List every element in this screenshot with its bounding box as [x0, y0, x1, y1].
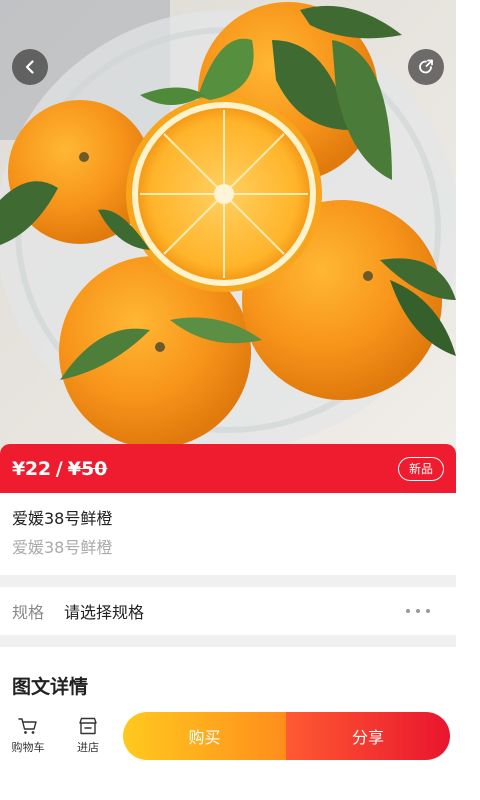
section-divider [0, 635, 456, 647]
cart-tab[interactable]: 购物车 [4, 716, 52, 760]
price-separator: / [55, 457, 63, 480]
oranges-photo [0, 0, 456, 456]
original-price: ¥50 [67, 457, 108, 480]
spec-selector-row[interactable]: 规格 请选择规格 [0, 587, 456, 635]
detail-section-title: 图文详情 [12, 676, 89, 698]
share-button[interactable]: 分享 [286, 712, 450, 760]
spec-label: 规格 [12, 603, 45, 622]
section-divider [0, 575, 456, 587]
product-image [0, 0, 456, 456]
shop-label: 进店 [77, 741, 99, 754]
current-price: ¥22 [12, 457, 51, 480]
shop-icon [79, 717, 97, 735]
share-circle-icon [419, 59, 433, 74]
spec-value: 请选择规格 [64, 603, 145, 622]
product-title: 爱媛38号鲜橙 [12, 509, 113, 528]
product-subtitle: 爱媛38号鲜橙 [12, 538, 113, 557]
back-button[interactable] [12, 49, 48, 85]
buy-button[interactable]: 购买 [123, 712, 286, 760]
share-icon-button[interactable] [408, 49, 444, 85]
cart-icon [18, 718, 37, 734]
product-title-block: 爱媛38号鲜橙 爱媛38号鲜橙 [0, 493, 456, 575]
shop-tab[interactable]: 进店 [64, 716, 112, 760]
new-badge: 新品 [397, 457, 444, 481]
more-dots-icon[interactable] [406, 601, 430, 621]
price-bar: ¥22 / ¥50 新品 [0, 444, 456, 493]
cart-label: 购物车 [11, 741, 45, 754]
bottom-action-bar: 购物车 进店 购买 分享 [0, 708, 456, 768]
chevron-left-icon [25, 60, 34, 74]
product-detail-page: ¥22 / ¥50 新品 爱媛38号鲜橙 爱媛38号鲜橙 规格 请选择规格 图文… [0, 0, 456, 800]
